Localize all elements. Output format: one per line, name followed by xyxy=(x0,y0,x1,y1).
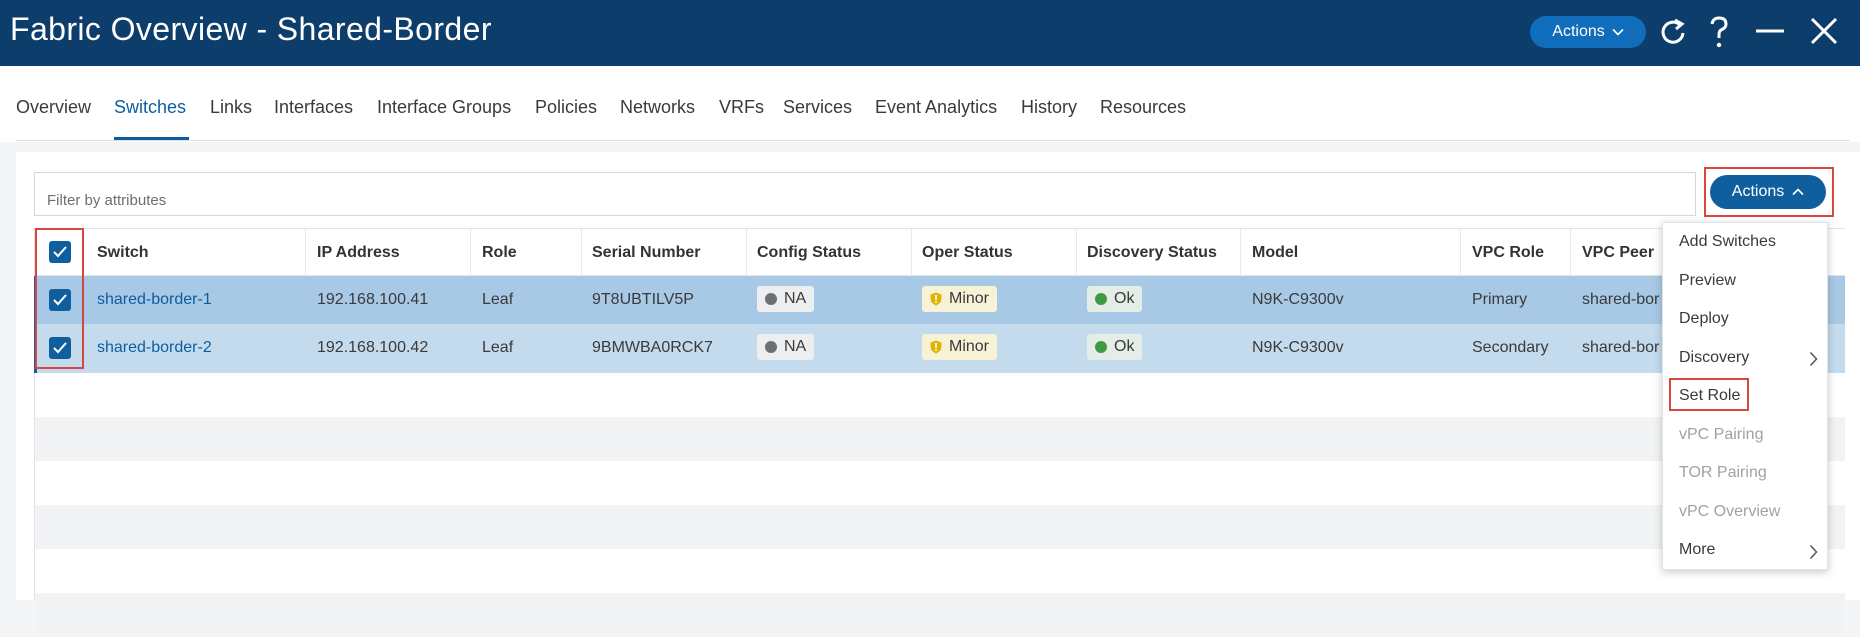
menu-item-vpc-pairing[interactable]: vPC Pairing xyxy=(1679,426,1763,444)
config-status-badge: NA xyxy=(757,334,815,360)
oper-status-text: Minor xyxy=(949,290,990,307)
page-title: Fabric Overview - Shared-Border xyxy=(10,11,492,47)
switch-name-link[interactable]: shared-border-1 xyxy=(97,291,212,309)
vpc-role-cell: Secondary xyxy=(1472,339,1549,356)
chevron-down-icon xyxy=(1612,28,1624,36)
column-header-vpc-role[interactable]: VPC Role xyxy=(1472,244,1544,262)
column-separator xyxy=(1570,229,1571,277)
column-separator xyxy=(305,229,306,277)
empty-row xyxy=(35,505,1845,549)
ip-address-cell: 192.168.100.42 xyxy=(317,339,429,356)
tab-policies[interactable]: Policies xyxy=(535,97,597,118)
column-header-role[interactable]: Role xyxy=(482,244,517,262)
role-cell: Leaf xyxy=(482,339,514,356)
checkbox-highlight-box xyxy=(35,228,84,369)
config-status-text: NA xyxy=(784,290,807,307)
header-actions-button[interactable]: Actions xyxy=(1530,16,1646,48)
vpc-peer-cell: shared-bor xyxy=(1582,291,1660,308)
status-dot-icon xyxy=(765,293,777,305)
oper-status-text: Minor xyxy=(949,338,990,355)
discovery-status-text: Ok xyxy=(1114,338,1135,355)
menu-item-vpc-overview[interactable]: vPC Overview xyxy=(1679,503,1780,521)
empty-row xyxy=(35,549,1845,593)
menu-item-more[interactable]: More xyxy=(1679,541,1715,559)
tab-divider xyxy=(16,140,1850,141)
tab-vrfs[interactable]: VRFs xyxy=(719,97,764,118)
menu-item-discovery[interactable]: Discovery xyxy=(1679,349,1749,367)
tab-overview[interactable]: Overview xyxy=(16,97,91,118)
switches-table: Switch IP Address Role Serial Number Con… xyxy=(34,228,1845,637)
header-actions-label: Actions xyxy=(1552,23,1605,40)
config-status-badge: NA xyxy=(757,286,815,312)
status-dot-icon xyxy=(1095,341,1107,353)
refresh-icon[interactable] xyxy=(1655,14,1691,50)
chevron-right-icon xyxy=(1809,351,1818,367)
column-header-oper-status[interactable]: Oper Status xyxy=(922,244,1013,262)
oper-status-badge: Minor xyxy=(922,334,998,360)
menu-item-preview[interactable]: Preview xyxy=(1679,272,1736,290)
chevron-up-icon xyxy=(1792,188,1804,196)
model-cell: N9K-C9300v xyxy=(1252,339,1344,356)
tab-bar: Overview Switches Links Interfaces Inter… xyxy=(0,66,1860,142)
column-header-config-status[interactable]: Config Status xyxy=(757,244,861,262)
ip-address-cell: 192.168.100.41 xyxy=(317,291,429,308)
status-dot-icon xyxy=(765,341,777,353)
empty-row xyxy=(35,417,1845,461)
column-separator xyxy=(581,229,582,277)
chevron-right-icon xyxy=(1809,544,1818,560)
model-cell: N9K-C9300v xyxy=(1252,291,1344,308)
menu-item-tor-pairing[interactable]: TOR Pairing xyxy=(1679,464,1767,482)
close-icon[interactable] xyxy=(1806,14,1842,50)
title-bar: Fabric Overview - Shared-Border Actions xyxy=(0,0,1860,66)
shield-warning-icon xyxy=(930,340,942,354)
menu-item-deploy[interactable]: Deploy xyxy=(1679,310,1729,328)
actions-button[interactable]: Actions xyxy=(1710,175,1826,209)
discovery-status-badge: Ok xyxy=(1087,334,1143,360)
column-header-discovery-status[interactable]: Discovery Status xyxy=(1087,244,1217,262)
role-cell: Leaf xyxy=(482,291,514,308)
column-separator xyxy=(1240,229,1241,277)
discovery-status-text: Ok xyxy=(1114,290,1135,307)
column-header-ip-address[interactable]: IP Address xyxy=(317,244,400,262)
switch-name-link[interactable]: shared-border-2 xyxy=(97,339,212,357)
actions-button-label: Actions xyxy=(1731,183,1785,200)
help-icon[interactable] xyxy=(1701,14,1737,50)
column-header-serial-number[interactable]: Serial Number xyxy=(592,244,700,262)
tab-event-analytics[interactable]: Event Analytics xyxy=(875,97,997,118)
column-separator xyxy=(470,229,471,277)
discovery-status-badge: Ok xyxy=(1087,286,1143,312)
table-row[interactable]: shared-border-2 192.168.100.42 Leaf 9BMW… xyxy=(35,324,1845,373)
column-separator xyxy=(1076,229,1077,277)
empty-row xyxy=(35,461,1845,505)
config-status-text: NA xyxy=(784,338,807,355)
serial-number-cell: 9BMWBA0RCK7 xyxy=(592,339,713,356)
minimize-icon[interactable] xyxy=(1752,14,1788,50)
column-header-vpc-peer[interactable]: VPC Peer xyxy=(1582,244,1654,262)
vpc-role-cell: Primary xyxy=(1472,291,1528,308)
empty-row xyxy=(35,373,1845,417)
tab-switches[interactable]: Switches xyxy=(114,97,186,118)
status-dot-icon xyxy=(1095,293,1107,305)
column-separator xyxy=(911,229,912,277)
table-row[interactable]: shared-border-1 192.168.100.41 Leaf 9T8U… xyxy=(35,276,1845,324)
tab-interface-groups[interactable]: Interface Groups xyxy=(377,97,511,118)
tab-services[interactable]: Services xyxy=(783,97,852,118)
column-header-switch[interactable]: Switch xyxy=(97,244,149,262)
filter-input[interactable] xyxy=(34,172,1696,216)
menu-item-add-switches[interactable]: Add Switches xyxy=(1679,233,1776,251)
column-separator xyxy=(1460,229,1461,277)
oper-status-badge: Minor xyxy=(922,286,998,312)
vpc-peer-cell: shared-bor xyxy=(1582,339,1660,356)
tab-interfaces[interactable]: Interfaces xyxy=(274,97,353,118)
tab-links[interactable]: Links xyxy=(210,97,252,118)
tab-history[interactable]: History xyxy=(1021,97,1077,118)
table-header: Switch IP Address Role Serial Number Con… xyxy=(35,228,1845,277)
shield-warning-icon xyxy=(930,292,942,306)
column-header-model[interactable]: Model xyxy=(1252,244,1298,262)
tab-resources[interactable]: Resources xyxy=(1100,97,1186,118)
set-role-highlight-box xyxy=(1669,378,1749,411)
column-separator xyxy=(746,229,747,277)
tab-networks[interactable]: Networks xyxy=(620,97,695,118)
serial-number-cell: 9T8UBTILV5P xyxy=(592,291,694,308)
